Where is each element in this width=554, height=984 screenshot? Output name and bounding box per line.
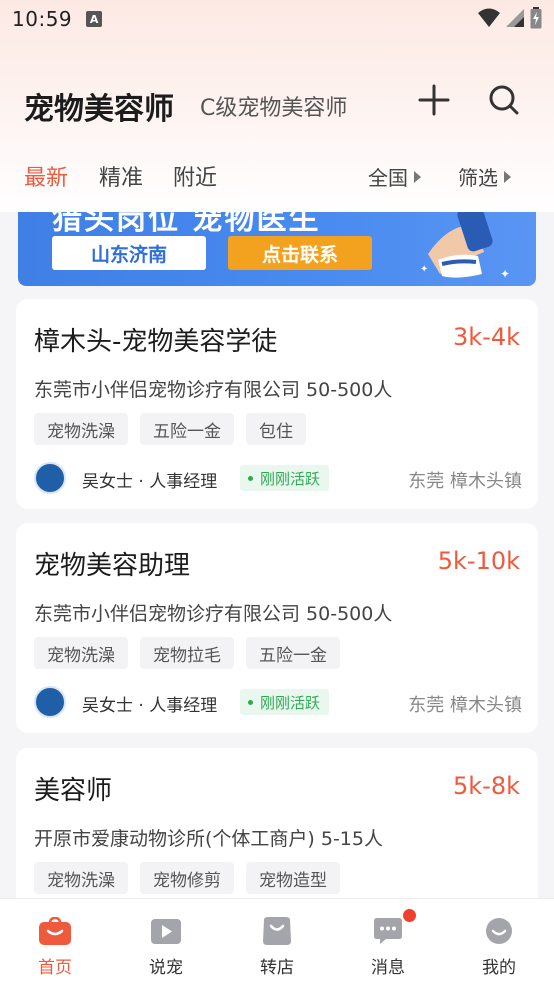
header: 宠物美容师 C级宠物美容师 xyxy=(0,80,554,130)
page-title: 宠物美容师 xyxy=(24,92,174,127)
caret-right-icon xyxy=(504,170,511,183)
recruiter-name: 吴女士 · 人事经理 xyxy=(82,472,218,492)
banner-city-label: 山东济南 xyxy=(52,236,206,270)
profile-face-icon xyxy=(486,918,512,944)
job-tag: 宠物洗澡 xyxy=(34,413,128,445)
screen-filter[interactable]: 筛选 xyxy=(458,162,511,191)
nav-talk[interactable]: 说宠 xyxy=(111,899,221,984)
job-card[interactable]: 美容师 5k-8k 开原市爱康动物诊所(个体工商户) 5-15人 宠物洗澡 宠物… xyxy=(16,748,538,908)
wifi-icon xyxy=(478,8,500,27)
promo-banner[interactable]: 猎头岗位 宠物医生 山东济南 点击联系 ✦ ✦ xyxy=(18,212,536,286)
job-tag: 宠物修剪 xyxy=(140,862,234,894)
activity-badge: 刚刚活跃 xyxy=(240,465,330,491)
job-tags: 宠物洗澡 五险一金 包住 xyxy=(34,413,306,445)
shop-bag-icon xyxy=(263,917,291,945)
battery-icon xyxy=(530,7,542,29)
banner-contact-button[interactable]: 点击联系 xyxy=(228,236,372,270)
activity-text: 刚刚活跃 xyxy=(260,469,321,488)
unread-badge-dot xyxy=(403,909,416,922)
message-icon xyxy=(374,918,402,944)
nav-home-label: 首页 xyxy=(38,958,72,978)
nav-home[interactable]: 首页 xyxy=(0,899,110,984)
nav-messages[interactable]: 消息 xyxy=(333,899,443,984)
job-salary: 5k-8k xyxy=(453,772,520,800)
nav-transfer-label: 转店 xyxy=(260,958,294,978)
active-dot-icon xyxy=(248,699,253,705)
job-location: 东莞 樟木头镇 xyxy=(408,695,522,716)
tab-latest[interactable]: 最新 xyxy=(24,160,68,192)
recruiter-avatar xyxy=(34,686,66,718)
caret-right-icon xyxy=(414,170,421,183)
recruiter-row: 吴女士 · 人事经理 刚刚活跃 东莞 樟木头镇 xyxy=(34,461,522,495)
screen-filter-label: 筛选 xyxy=(458,166,498,190)
job-salary: 3k-4k xyxy=(453,323,520,351)
video-play-icon xyxy=(151,919,181,944)
job-card[interactable]: 宠物美容助理 5k-10k 东莞市小伴侣宠物诊疗有限公司 50-500人 宠物洗… xyxy=(16,523,538,733)
recruiter-row: 吴女士 · 人事经理 刚刚活跃 东莞 樟木头镇 xyxy=(34,685,522,719)
status-time: 10:59 xyxy=(12,7,73,31)
notification-a-icon: A xyxy=(86,11,103,27)
tab-nearby[interactable]: 附近 xyxy=(173,160,217,192)
banner-headline: 猎头岗位 宠物医生 xyxy=(52,212,321,237)
nav-transfer[interactable]: 转店 xyxy=(222,899,332,984)
job-salary: 5k-10k xyxy=(437,547,520,575)
company-info: 东莞市小伴侣宠物诊疗有限公司 50-500人 xyxy=(34,379,393,401)
svg-text:✦: ✦ xyxy=(500,267,510,281)
job-tag: 宠物拉毛 xyxy=(140,637,234,669)
job-tag: 宠物造型 xyxy=(246,862,340,894)
svg-text:✦: ✦ xyxy=(420,264,428,275)
status-bar: 10:59 A xyxy=(0,0,554,38)
company-info: 东莞市小伴侣宠物诊疗有限公司 50-500人 xyxy=(34,603,393,625)
job-tag: 包住 xyxy=(246,413,306,445)
phone-hand-illustration: ✦ ✦ xyxy=(420,212,510,281)
region-filter[interactable]: 全国 xyxy=(368,162,421,191)
job-title: 宠物美容助理 xyxy=(34,551,191,581)
job-intention-selector[interactable]: C级宠物美容师 xyxy=(200,90,347,122)
bottom-nav: 首页 说宠 转店 消息 我的 xyxy=(0,898,554,984)
active-dot-icon xyxy=(248,475,253,481)
job-tag: 五险一金 xyxy=(140,413,234,445)
recruiter-avatar xyxy=(34,462,66,494)
job-location: 东莞 樟木头镇 xyxy=(408,471,522,492)
job-card[interactable]: 樟木头-宠物美容学徒 3k-4k 东莞市小伴侣宠物诊疗有限公司 50-500人 … xyxy=(16,299,538,509)
company-info: 开原市爱康动物诊所(个体工商户) 5-15人 xyxy=(34,828,383,850)
job-tag: 宠物洗澡 xyxy=(34,637,128,669)
home-bag-icon xyxy=(39,917,71,945)
region-filter-label: 全国 xyxy=(368,166,408,190)
recruiter-name: 吴女士 · 人事经理 xyxy=(82,696,218,716)
nav-profile-label: 我的 xyxy=(482,958,516,978)
job-title: 美容师 xyxy=(34,776,113,806)
job-title: 樟木头-宠物美容学徒 xyxy=(34,327,278,357)
search-icon[interactable] xyxy=(486,82,522,118)
feed-tabs: 最新 精准 附近 全国 筛选 xyxy=(0,156,554,196)
job-tag: 五险一金 xyxy=(246,637,340,669)
add-icon[interactable] xyxy=(416,82,452,118)
cell-signal-icon xyxy=(506,9,524,27)
job-tags: 宠物洗澡 宠物修剪 宠物造型 xyxy=(34,862,340,894)
job-tags: 宠物洗澡 宠物拉毛 五险一金 xyxy=(34,637,340,669)
activity-badge: 刚刚活跃 xyxy=(240,689,330,715)
tab-precise[interactable]: 精准 xyxy=(99,160,143,192)
nav-messages-label: 消息 xyxy=(371,958,405,978)
nav-talk-label: 说宠 xyxy=(149,958,183,978)
nav-profile[interactable]: 我的 xyxy=(444,899,554,984)
activity-text: 刚刚活跃 xyxy=(260,693,321,712)
job-tag: 宠物洗澡 xyxy=(34,862,128,894)
status-indicators xyxy=(478,7,542,29)
